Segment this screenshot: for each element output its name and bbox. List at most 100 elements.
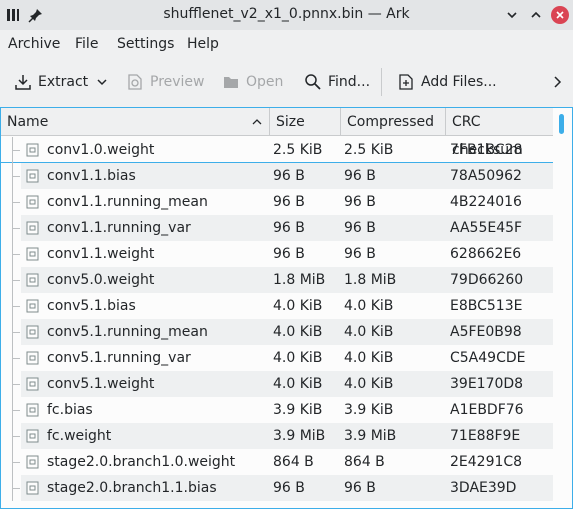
maximize-button[interactable] xyxy=(527,6,545,24)
tree-branch-connector xyxy=(12,150,20,151)
file-crc: 71E88F9E xyxy=(450,428,521,444)
scrollbar-thumb[interactable] xyxy=(559,114,564,134)
column-header-name[interactable]: Name xyxy=(1,108,270,136)
column-header-size[interactable]: Size xyxy=(270,108,341,136)
file-crc: 78A50962 xyxy=(450,168,522,184)
file-icon xyxy=(26,143,39,157)
table-row[interactable]: conv1.1.weight 96 B 96 B 628662E6 xyxy=(1,241,553,267)
file-compressed-size: 96 B xyxy=(344,194,376,210)
close-icon xyxy=(556,11,564,19)
find-button[interactable]: Find... xyxy=(304,69,370,95)
file-icon xyxy=(26,377,39,391)
file-size: 3.9 KiB xyxy=(273,402,323,418)
add-files-label: Add Files... xyxy=(421,74,497,90)
file-name: conv5.1.running_mean xyxy=(47,324,208,340)
table-row[interactable]: conv1.1.running_mean 96 B 96 B 4B224016 xyxy=(1,189,553,215)
table-header: Name Size Compressed CRC checksum xyxy=(1,108,553,158)
menu-file[interactable]: File xyxy=(75,36,98,52)
tree-branch-connector xyxy=(12,228,20,229)
table-row[interactable]: fc.bias 3.9 KiB 3.9 KiB A1EBDF76 xyxy=(1,397,553,423)
file-compressed-size: 4.0 KiB xyxy=(344,376,394,392)
table-row[interactable]: conv5.0.weight 1.8 MiB 1.8 MiB 79D66260 xyxy=(1,267,553,293)
add-files-button[interactable]: Add Files... xyxy=(397,69,497,95)
column-compressed-label: Compressed xyxy=(347,114,435,130)
table-row[interactable]: conv1.1.running_var 96 B 96 B AA55E45F xyxy=(1,215,553,241)
tree-branch-connector xyxy=(12,332,20,333)
file-compressed-size: 3.9 MiB xyxy=(344,428,397,444)
menu-settings[interactable]: Settings xyxy=(117,36,174,52)
file-name: conv1.1.running_mean xyxy=(47,194,208,210)
preview-label: Preview xyxy=(150,74,205,90)
menu-help[interactable]: Help xyxy=(187,36,219,52)
preview-button[interactable]: Preview xyxy=(126,69,205,95)
toolbar-overflow-button[interactable] xyxy=(551,69,563,95)
file-name: conv5.1.running_var xyxy=(47,350,191,366)
file-icon xyxy=(26,247,39,261)
file-compressed-size: 4.0 KiB xyxy=(344,324,394,340)
table-row[interactable]: stage2.0.branch1.1.bias 96 B 96 B 3DAE39D xyxy=(1,475,553,501)
file-crc: 3DAE39D xyxy=(450,480,517,496)
file-name: fc.weight xyxy=(47,428,112,444)
file-name: conv1.1.running_var xyxy=(47,220,191,236)
sort-ascending-icon xyxy=(252,119,262,125)
file-compressed-size: 96 B xyxy=(344,220,376,236)
tree-branch-connector xyxy=(12,410,20,411)
extract-button[interactable]: Extract xyxy=(14,69,88,95)
table-row[interactable]: conv5.1.running_var 4.0 KiB 4.0 KiB C5A49CD… xyxy=(1,345,553,371)
vertical-scrollbar[interactable] xyxy=(553,108,572,508)
extract-label: Extract xyxy=(38,74,89,90)
close-button[interactable] xyxy=(551,6,569,24)
add-file-icon xyxy=(399,74,413,90)
file-icon xyxy=(26,195,39,209)
file-crc: E8BC513E xyxy=(450,298,523,314)
file-size: 864 B xyxy=(273,454,314,470)
table-row[interactable]: fc.weight 3.9 MiB 3.9 MiB 71E88F9E xyxy=(1,423,553,449)
column-header-crc[interactable]: CRC checksum xyxy=(446,108,553,158)
file-crc: A1EBDF76 xyxy=(450,402,524,418)
file-name: conv1.0.weight xyxy=(47,142,155,158)
tree-branch-connector xyxy=(12,462,20,463)
table-row[interactable]: conv1.1.bias 96 B 96 B 78A50962 xyxy=(1,163,553,189)
tree-branch-connector xyxy=(12,254,20,255)
column-header-compressed[interactable]: Compressed xyxy=(341,108,446,136)
file-size: 4.0 KiB xyxy=(273,324,323,340)
file-size: 4.0 KiB xyxy=(273,376,323,392)
file-crc: 79D66260 xyxy=(450,272,524,288)
tree-branch-connector xyxy=(12,488,20,489)
tree-branch-connector xyxy=(12,436,20,437)
file-crc: AA55E45F xyxy=(450,220,523,236)
file-icon xyxy=(26,455,39,469)
menu-archive[interactable]: Archive xyxy=(8,36,60,52)
column-name-label: Name xyxy=(7,114,49,130)
file-compressed-size: 2.5 KiB xyxy=(344,142,394,158)
minimize-button[interactable] xyxy=(503,6,521,24)
file-name: conv1.1.bias xyxy=(47,168,136,184)
file-compressed-size: 1.8 MiB xyxy=(344,272,397,288)
table-row[interactable]: conv5.1.bias 4.0 KiB 4.0 KiB E8BC513E xyxy=(1,293,553,319)
open-button[interactable]: Open xyxy=(222,69,283,95)
extract-icon xyxy=(15,75,31,90)
extract-dropdown[interactable] xyxy=(96,69,108,95)
table-row[interactable]: conv5.1.weight 4.0 KiB 4.0 KiB 39E170D8 xyxy=(1,371,553,397)
table-row[interactable]: conv5.1.running_mean 4.0 KiB 4.0 KiB A5FE0B… xyxy=(1,319,553,345)
file-size: 1.8 MiB xyxy=(273,272,326,288)
file-size: 4.0 KiB xyxy=(273,350,323,366)
file-icon xyxy=(26,481,39,495)
open-label: Open xyxy=(246,74,284,90)
file-name: conv5.0.weight xyxy=(47,272,155,288)
table-row[interactable]: conv1.0.weight 2.5 KiB 2.5 KiB 7FB1BC28 xyxy=(1,137,553,163)
folder-icon xyxy=(224,77,238,88)
file-size: 96 B xyxy=(273,168,305,184)
tree-branch-connector xyxy=(12,202,20,203)
file-crc: 39E170D8 xyxy=(450,376,524,392)
file-size: 3.9 MiB xyxy=(273,428,326,444)
chevron-down-icon xyxy=(97,79,107,86)
file-icon xyxy=(26,429,39,443)
file-crc: 4B224016 xyxy=(450,194,522,210)
find-label: Find... xyxy=(328,74,371,90)
table-row[interactable]: stage2.0.branch1.0.weight 864 B 864 B 2E429… xyxy=(1,449,553,475)
file-crc: A5FE0B98 xyxy=(450,324,522,340)
tree-branch-connector xyxy=(12,176,20,177)
title-bar: shufflenet_v2_x1_0.pnnx.bin — Ark xyxy=(0,0,573,30)
file-icon xyxy=(26,169,39,183)
